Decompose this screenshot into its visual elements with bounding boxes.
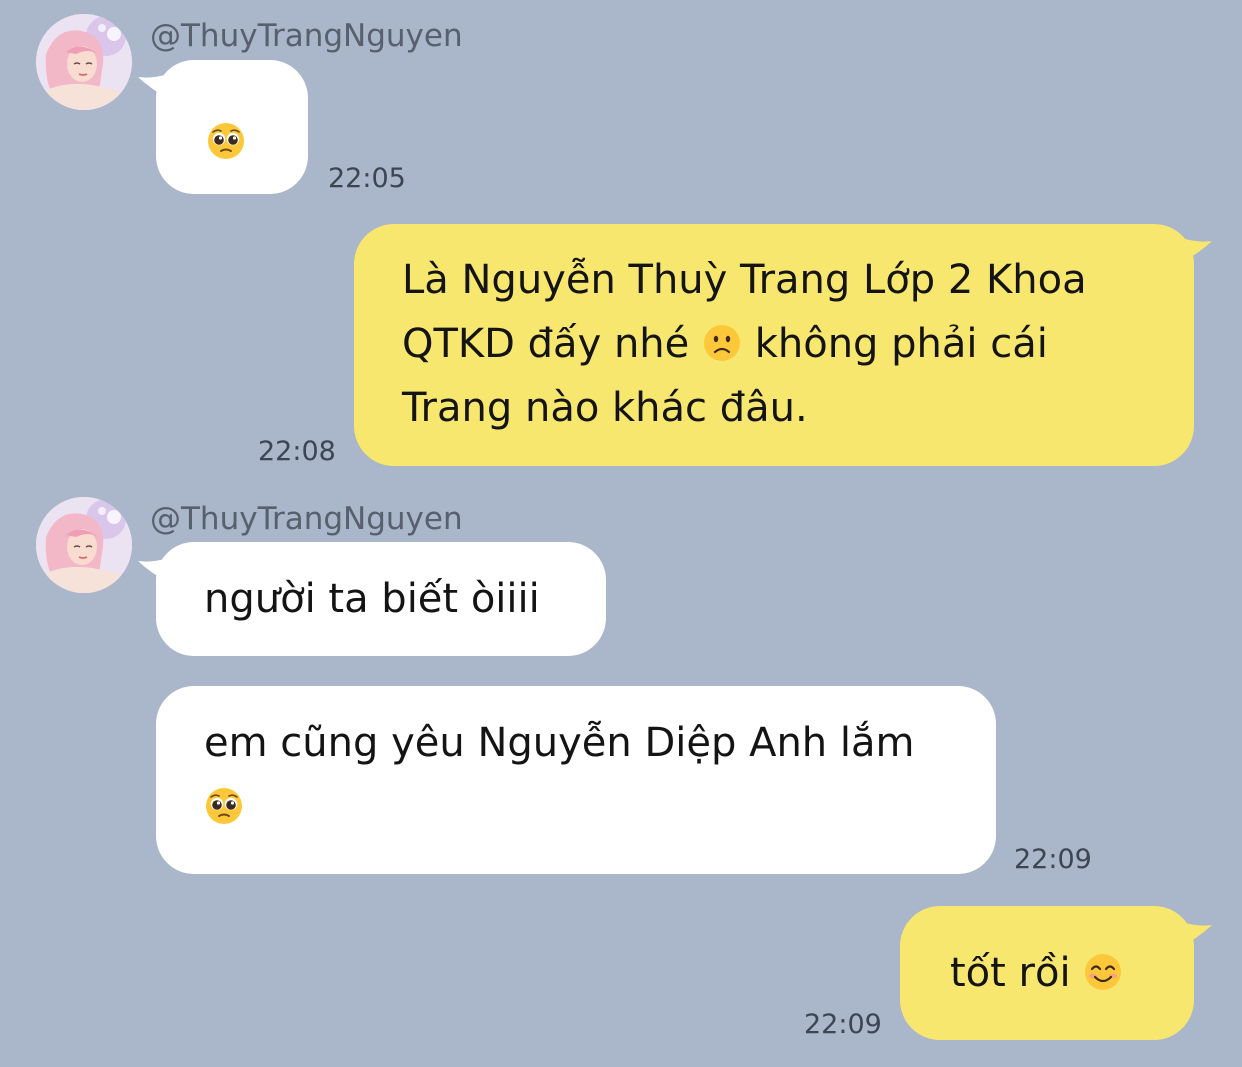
message-text-line: em cũng yêu Nguyễn Diệp Anh lắm <box>204 720 915 766</box>
message-text-line: Là Nguyễn Thuỳ Trang Lớp 2 Khoa <box>402 257 1087 303</box>
message-bubble-outgoing[interactable]: tốt rồi <box>900 906 1194 1040</box>
slightly-frowning-face-icon <box>702 323 742 363</box>
message-time: 22:09 <box>1014 844 1092 875</box>
message-time: 22:05 <box>328 163 406 194</box>
smiling-face-icon <box>1083 952 1123 992</box>
message-bubble-outgoing[interactable]: Là Nguyễn Thuỳ Trang Lớp 2 Khoa QTKD đấy… <box>354 224 1194 466</box>
message-bubble-incoming[interactable] <box>156 60 308 194</box>
sender-name: @ThuyTrangNguyen <box>150 501 463 537</box>
message-text: người ta biết òiiii <box>204 576 540 622</box>
message-time: 22:08 <box>258 436 336 467</box>
pleading-face-icon <box>204 786 244 826</box>
message-text-line <box>204 775 996 839</box>
sender-name: @ThuyTrangNguyen <box>150 18 463 54</box>
message-time: 22:09 <box>804 1009 882 1040</box>
message-bubble-incoming[interactable]: người ta biết òiiii <box>156 542 606 656</box>
message-bubble-incoming[interactable]: em cũng yêu Nguyễn Diệp Anh lắm <box>156 686 996 874</box>
message-text: tốt rồi <box>950 941 1194 1005</box>
contact-avatar[interactable] <box>36 497 132 593</box>
contact-avatar[interactable] <box>36 14 132 110</box>
pleading-face-icon <box>206 121 246 161</box>
message-text-line: QTKD đấy nhé không phải cái <box>402 321 1048 367</box>
message-text-line: Trang nào khác đâu. <box>402 385 808 431</box>
